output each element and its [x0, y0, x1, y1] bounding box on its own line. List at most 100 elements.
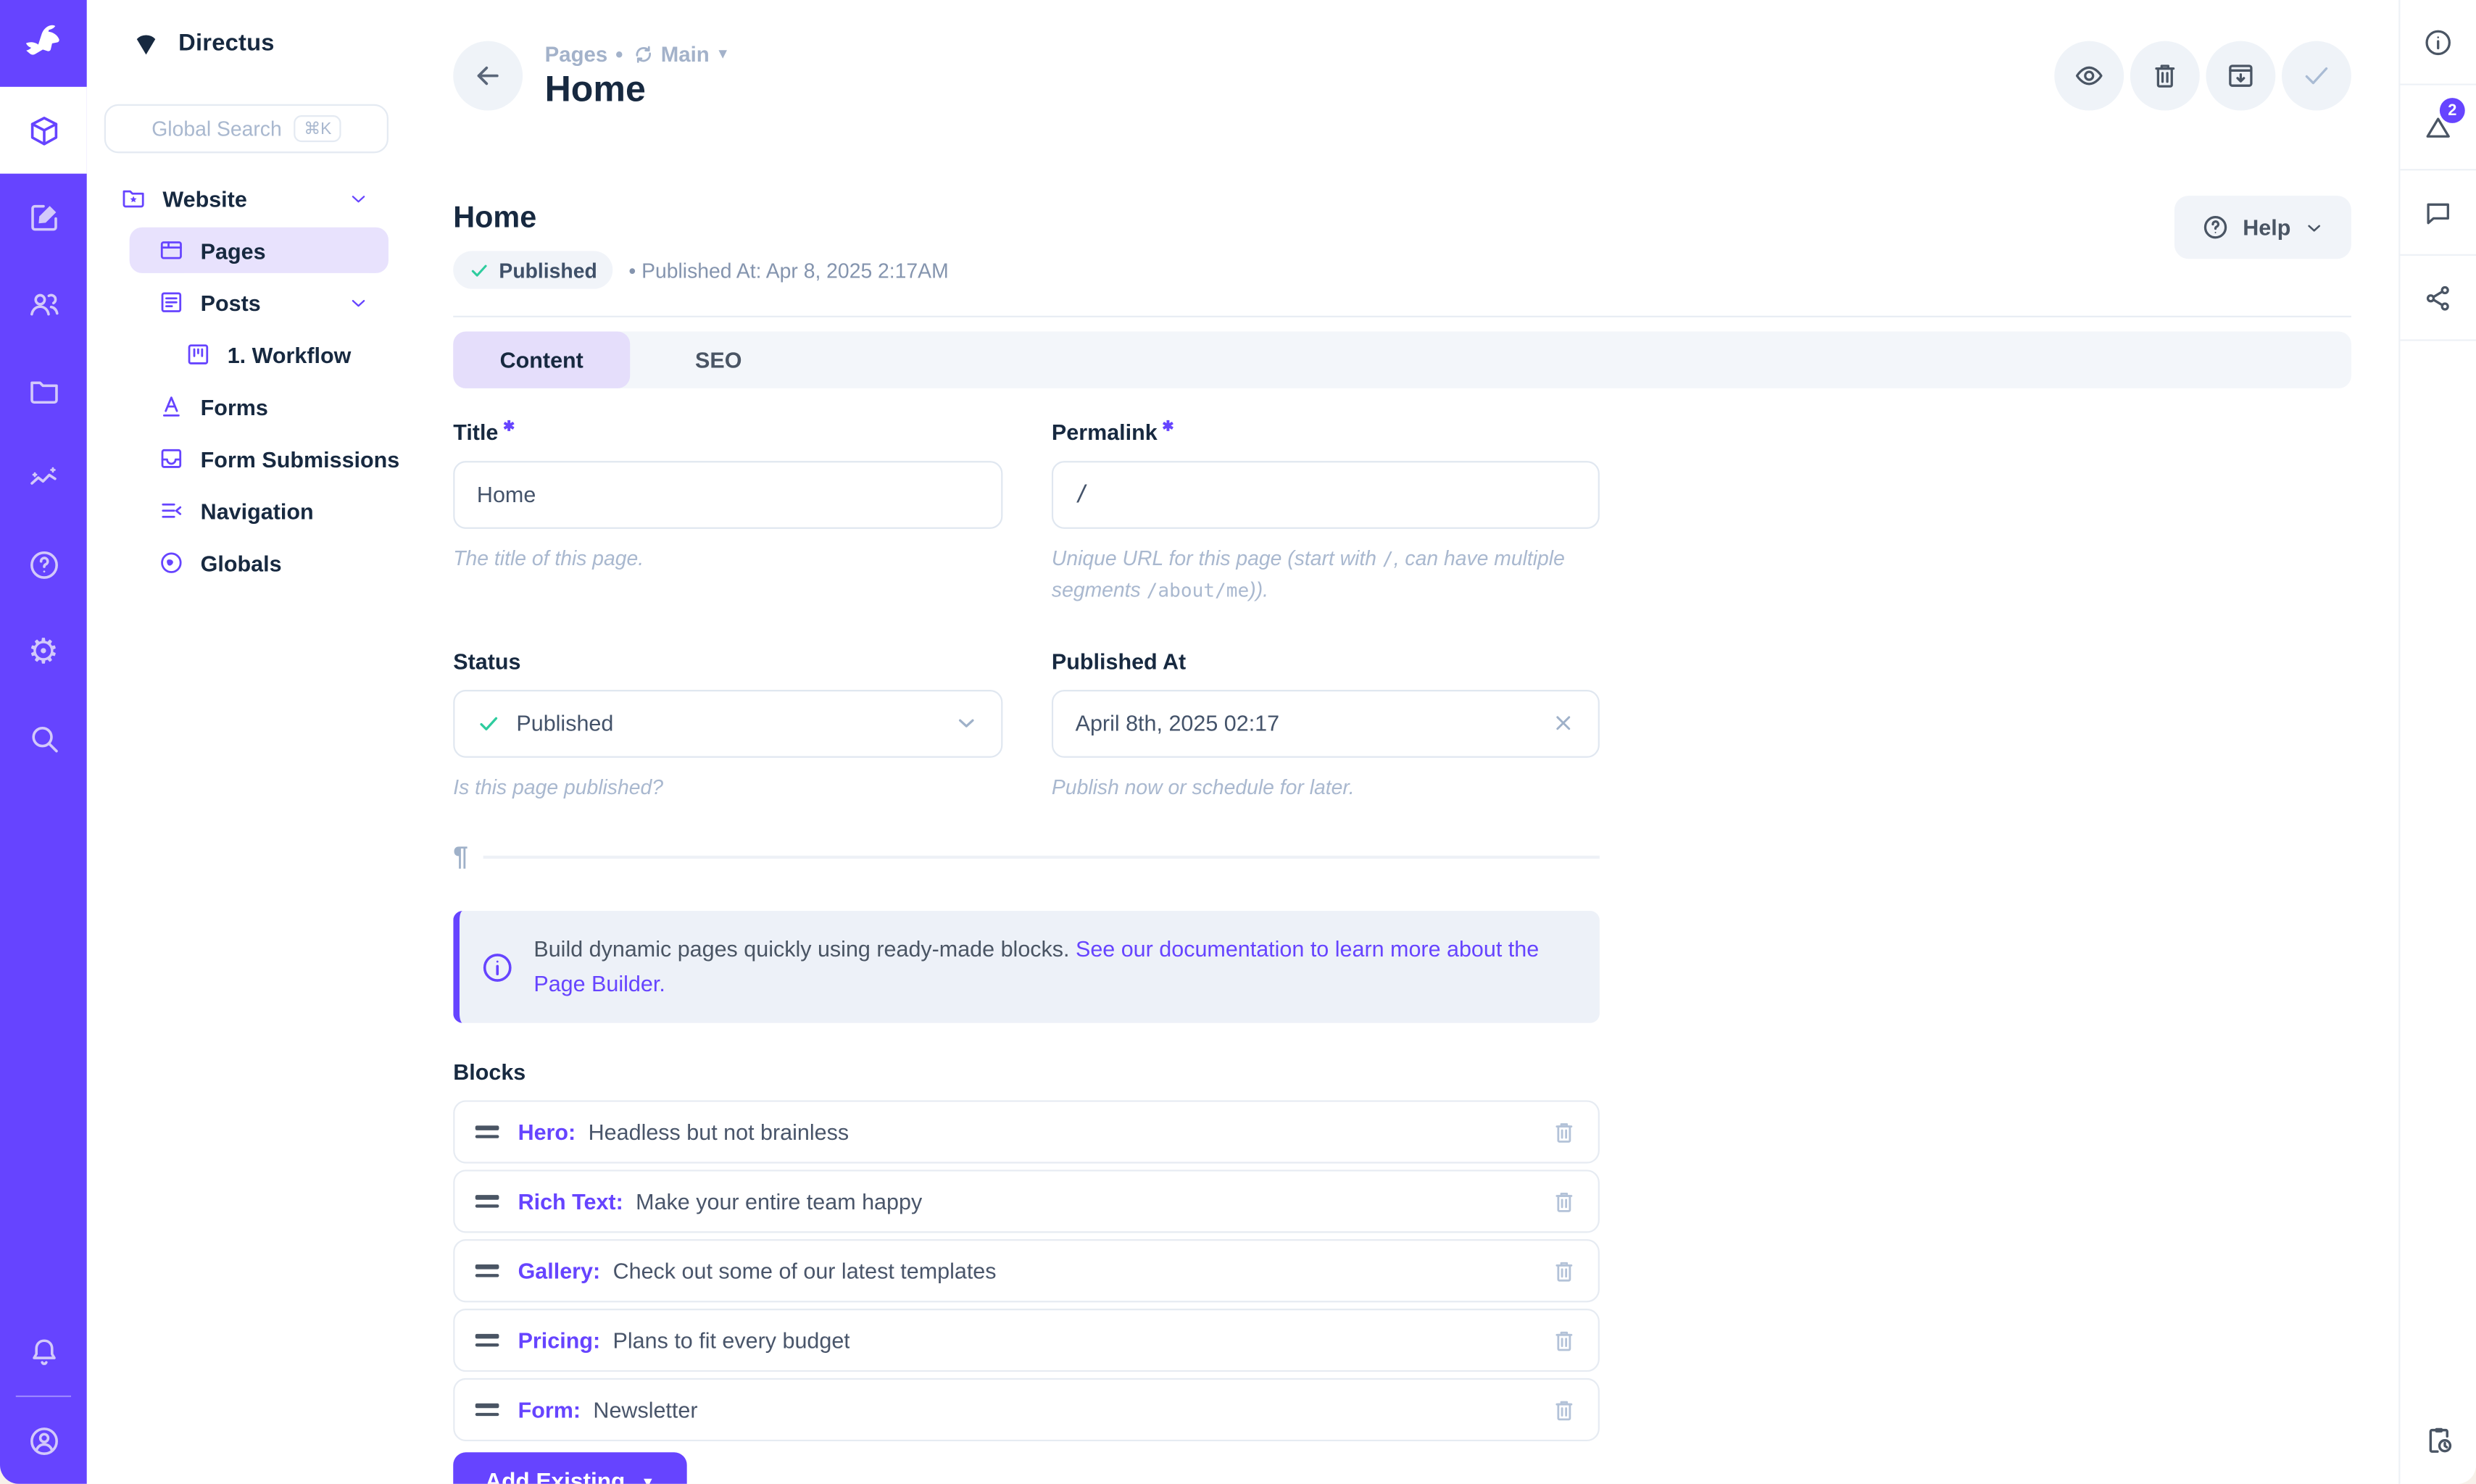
block-row: Form:Newsletter — [453, 1379, 1600, 1442]
drag-handle-icon[interactable] — [475, 1196, 499, 1208]
tab-seo[interactable]: SEO — [630, 331, 807, 388]
sidebar-item-posts[interactable]: Posts — [87, 280, 389, 325]
sidebar-item-label: Website — [162, 186, 246, 211]
sidebar-item-label: Posts — [201, 290, 261, 315]
tab-bar: ContentSEO — [453, 331, 2351, 388]
delete-block-button[interactable] — [1550, 1397, 1577, 1424]
field-status-label: Status — [453, 649, 1002, 674]
field-published-at-label: Published At — [1052, 649, 1600, 674]
permalink-value: / — [1076, 482, 1089, 507]
directus-logo[interactable] — [0, 0, 87, 87]
trash-icon — [2149, 60, 2181, 92]
sidebar-comments-button[interactable] — [2400, 170, 2476, 256]
folder-icon — [26, 373, 61, 408]
sidebar-item-form-submissions[interactable]: Form Submissions — [87, 435, 389, 481]
drag-handle-icon[interactable] — [475, 1265, 499, 1277]
chevron-down-icon[interactable] — [347, 291, 370, 314]
permalink-note-text: Unique URL for this page (start with — [1052, 546, 1382, 570]
permalink-note-mono: /about/me — [1147, 579, 1250, 601]
page-body: Help Home Published • Published At: Apr … — [422, 151, 2399, 1484]
sidebar-share-button[interactable] — [2400, 256, 2476, 341]
clear-date-button[interactable] — [1550, 711, 1576, 736]
breadcrumb-collection[interactable]: Pages — [545, 42, 608, 66]
box-icon — [26, 113, 61, 148]
chevron-down-icon — [2303, 217, 2324, 238]
module-search[interactable] — [0, 695, 87, 782]
title-input[interactable]: Home — [453, 460, 1002, 528]
globe-icon — [158, 549, 185, 576]
module-insights[interactable] — [0, 434, 87, 521]
title-note: The title of this page. — [453, 543, 1002, 575]
drag-handle-icon[interactable] — [475, 1335, 499, 1347]
field-published-at: Published At April 8th, 2025 02:17 Publi… — [1052, 649, 1600, 804]
permalink-note: Unique URL for this page (start with /, … — [1052, 543, 1600, 606]
sidebar-item-navigation[interactable]: Navigation — [87, 488, 389, 533]
sidebar-item-label: Pages — [201, 238, 266, 263]
block-type-label[interactable]: Hero: — [518, 1120, 576, 1146]
sidebar-info-button[interactable] — [2400, 0, 2476, 86]
module-docs[interactable] — [0, 521, 87, 608]
sidebar-item-forms[interactable]: Forms — [87, 383, 389, 429]
status-badge: Published — [453, 251, 612, 288]
delete-button[interactable] — [2130, 41, 2200, 111]
gear-icon: ⚙ — [28, 634, 59, 669]
back-button[interactable] — [453, 41, 523, 111]
version-dropdown[interactable]: Main ▼ — [631, 42, 730, 66]
drag-handle-icon[interactable] — [475, 1404, 499, 1417]
pilcrow-icon: ¶ — [453, 841, 468, 873]
sidebar-item-pages[interactable]: Pages — [130, 228, 389, 273]
delete-block-button[interactable] — [1550, 1258, 1577, 1285]
account-icon — [26, 1423, 61, 1458]
block-type-label[interactable]: Gallery: — [518, 1259, 601, 1284]
project-switcher[interactable]: Directus — [87, 0, 422, 87]
add-existing-button[interactable]: Add Existing ▼ — [453, 1453, 686, 1484]
search-icon — [26, 721, 61, 756]
required-star: ✱ — [1162, 418, 1173, 434]
published-at-meta: • Published At: Apr 8, 2025 2:17AM — [628, 258, 948, 282]
global-search-input[interactable]: Global Search ⌘K — [104, 104, 389, 154]
sidebar-revisions-button[interactable]: 2 — [2400, 86, 2476, 171]
nav-sidebar: Directus Global Search ⌘K Website Pages Po… — [87, 0, 422, 1484]
breadcrumb: Pages • Main ▼ — [545, 42, 730, 66]
drag-handle-icon[interactable] — [475, 1126, 499, 1138]
module-content[interactable] — [0, 87, 87, 174]
block-type-label[interactable]: Rich Text: — [518, 1189, 623, 1214]
save-button[interactable] — [2282, 41, 2351, 111]
chevron-down-icon[interactable] — [347, 187, 370, 209]
block-type-label[interactable]: Pricing: — [518, 1328, 601, 1354]
module-list: ⚙ — [0, 87, 87, 782]
published-at-input[interactable]: April 8th, 2025 02:17 — [1052, 690, 1600, 758]
block-type-label[interactable]: Form: — [518, 1398, 581, 1423]
sidebar-item-website[interactable]: Website — [87, 175, 389, 221]
app-window: ⚙ Directus Global Search ⌘K Website Pages… — [0, 0, 2476, 1484]
module-notifications[interactable] — [0, 1309, 87, 1396]
sidebar-item-globals[interactable]: Globals — [87, 540, 389, 585]
info-icon — [480, 950, 515, 985]
sidebar-flows-button[interactable] — [2400, 1396, 2476, 1484]
delete-block-button[interactable] — [1550, 1120, 1577, 1146]
published-at-note: Publish now or schedule for later. — [1052, 772, 1600, 804]
module-users[interactable] — [0, 260, 87, 347]
tab-content[interactable]: Content — [453, 331, 630, 388]
delete-block-button[interactable] — [1550, 1327, 1577, 1354]
preview-button[interactable] — [2054, 41, 2124, 111]
blocks-list: Hero:Headless but not brainless Rich Text… — [453, 1101, 1600, 1442]
content-heading: Home — [453, 202, 2351, 237]
info-icon — [2422, 26, 2454, 58]
sidebar-item-label: Navigation — [201, 498, 314, 523]
help-button[interactable]: Help — [2174, 196, 2351, 259]
module-settings[interactable]: ⚙ — [0, 608, 87, 695]
archive-button[interactable] — [2206, 41, 2275, 111]
status-select[interactable]: Published — [453, 690, 1002, 758]
module-files[interactable] — [0, 347, 87, 434]
delete-block-button[interactable] — [1550, 1188, 1577, 1215]
block-row: Hero:Headless but not brainless — [453, 1101, 1600, 1164]
module-bar: ⚙ — [0, 0, 87, 1484]
sidebar-item-label: Globals — [201, 550, 282, 575]
module-editor[interactable] — [0, 174, 87, 261]
select-chevron-icon[interactable] — [954, 711, 979, 736]
block-row: Gallery:Check out some of our latest tem… — [453, 1240, 1600, 1303]
module-account[interactable] — [0, 1397, 87, 1484]
sidebar-item-workflow[interactable]: 1. Workflow — [87, 331, 389, 377]
permalink-input[interactable]: / — [1052, 460, 1600, 528]
